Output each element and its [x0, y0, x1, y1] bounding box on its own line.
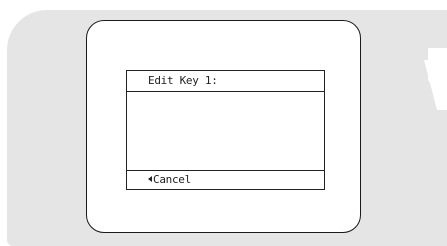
device-illustration: Edit Key 1: Cancel: [0, 0, 447, 246]
edit-key-dialog: Edit Key 1: Cancel: [126, 70, 325, 190]
dialog-body: [127, 92, 324, 170]
cancel-label: Cancel: [153, 173, 191, 186]
left-triangle-icon: [148, 176, 152, 182]
cancel-button[interactable]: Cancel: [127, 170, 324, 189]
dialog-title: Edit Key 1:: [127, 71, 324, 92]
